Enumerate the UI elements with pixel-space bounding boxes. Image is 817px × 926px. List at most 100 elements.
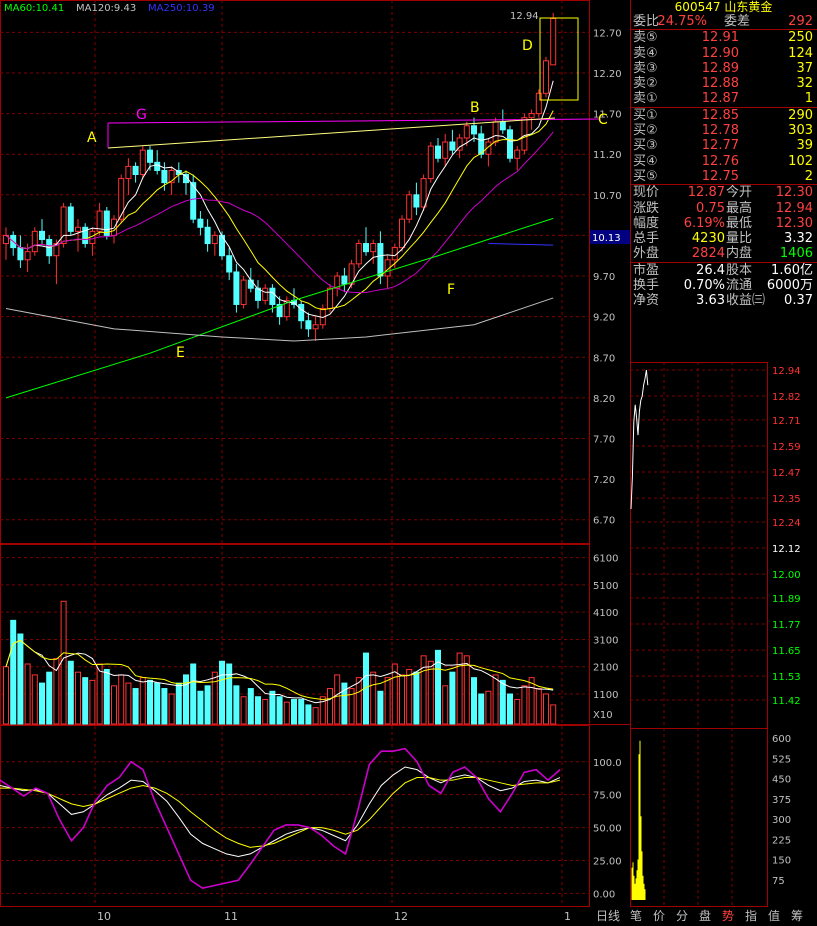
wei-bi-value: 24.75%	[657, 14, 707, 29]
sell-price: 12.90	[701, 45, 739, 61]
candle	[514, 149, 521, 159]
tab-0[interactable]: 日线	[596, 907, 620, 926]
volume-unit: X10	[593, 710, 613, 721]
candle	[262, 287, 269, 301]
ma20-line	[5, 131, 554, 294]
candle	[521, 117, 528, 151]
intraday-volume-tick: 75	[772, 876, 785, 887]
kd-tick: 100.0	[593, 758, 622, 769]
tab-4[interactable]: 盘	[699, 907, 711, 926]
candle	[161, 169, 168, 184]
volume-bar	[543, 693, 549, 725]
intraday-volume-tick: 150	[772, 856, 791, 867]
intraday-tick: 11.89	[772, 594, 801, 605]
price-tick: 7.70	[593, 434, 615, 445]
volume-bar	[111, 685, 117, 725]
sell-level: 卖⑤ 12.91 250	[630, 29, 817, 45]
fund-value: 6000万	[766, 278, 813, 294]
volume-bar	[334, 674, 341, 725]
candle	[507, 129, 513, 159]
volume-tick: 3100	[593, 635, 618, 646]
tab-3[interactable]: 分	[676, 907, 688, 926]
kd-tick: 50.00	[593, 824, 622, 835]
tab-5[interactable]: 势	[722, 907, 734, 926]
label: 净资	[633, 293, 660, 309]
buy-volume: 102	[788, 153, 813, 169]
label: 卖④	[633, 45, 658, 61]
label: 卖①	[633, 91, 658, 107]
volume-bar	[211, 671, 218, 725]
volume-tick: 4100	[593, 608, 618, 619]
volume-bar	[478, 693, 485, 725]
volume-bar	[132, 688, 139, 725]
volume-bar	[291, 698, 297, 725]
intraday-volume-tick: 225	[772, 835, 791, 846]
volume-bar	[197, 690, 204, 725]
candle	[399, 218, 405, 249]
stat-row: 总手 4230 量比 3.32	[630, 231, 817, 246]
candle	[355, 243, 362, 265]
ma250-line	[488, 243, 554, 246]
candle	[363, 243, 369, 253]
price-tick: 8.70	[593, 353, 615, 364]
tab-8[interactable]: 筹	[791, 907, 803, 926]
volume-bar	[233, 685, 240, 725]
candle	[204, 226, 211, 245]
label: 内盘	[726, 246, 753, 262]
intraday-tick: 11.77	[772, 620, 801, 631]
fund-value: 3.63	[696, 293, 725, 309]
label: 卖⑤	[633, 30, 658, 46]
candle	[39, 230, 45, 240]
tab-6[interactable]: 指	[745, 907, 757, 926]
kd-k-line	[0, 766, 561, 858]
volume-bar	[485, 690, 492, 725]
fund-value: 26.4	[696, 262, 725, 278]
label: 收益㈢	[726, 293, 766, 309]
stock-name: 山东黄金	[724, 0, 773, 14]
kd-tick: 75.00	[593, 791, 622, 802]
volume-bar	[204, 685, 211, 725]
volume-bar	[492, 674, 499, 725]
candle	[492, 121, 499, 143]
label: 委比	[633, 14, 660, 29]
buy-volume: 39	[796, 138, 813, 154]
volume-bar	[255, 696, 261, 725]
label: 流通	[726, 278, 753, 294]
volume-bar	[10, 619, 17, 725]
volume-bar	[139, 677, 146, 725]
tab-7[interactable]: 值	[768, 907, 780, 926]
stat-row: 涨跌 0.75 最高 12.94	[630, 201, 817, 216]
stat-value: 3.32	[784, 231, 813, 247]
stock-code: 600547	[674, 0, 721, 14]
volume-bar	[399, 674, 405, 725]
volume-bar	[125, 682, 132, 725]
buy-price: 12.78	[701, 123, 739, 139]
volume-bar	[550, 704, 557, 725]
tab-1[interactable]: 笔	[630, 907, 642, 926]
volume-bar	[298, 698, 305, 725]
candle	[442, 141, 449, 159]
volume-tick: 5100	[593, 581, 618, 592]
label: 买③	[633, 138, 658, 154]
buy-price: 12.76	[701, 153, 739, 169]
kline-frame	[0, 0, 590, 544]
price-tick: 7.20	[593, 475, 615, 486]
candle	[17, 247, 24, 261]
tab-2[interactable]: 价	[653, 907, 665, 926]
stat-value: 4230	[691, 231, 725, 247]
label: 股本	[726, 262, 753, 278]
label: 涨跌	[633, 200, 660, 216]
sell-volume: 37	[796, 60, 813, 76]
month-tick: 11	[224, 910, 238, 923]
candle	[341, 275, 348, 285]
price-tick: 12.70	[593, 28, 622, 39]
candle	[211, 234, 218, 245]
buy-level: 买① 12.85 290	[630, 106, 817, 123]
candle	[31, 230, 38, 253]
ma-legend: MA60:10.41	[4, 3, 64, 14]
stat-value: 2824	[691, 246, 725, 262]
candle	[543, 60, 549, 94]
candle	[240, 279, 247, 305]
label: 卖②	[633, 76, 658, 92]
volume-bar	[219, 660, 225, 725]
